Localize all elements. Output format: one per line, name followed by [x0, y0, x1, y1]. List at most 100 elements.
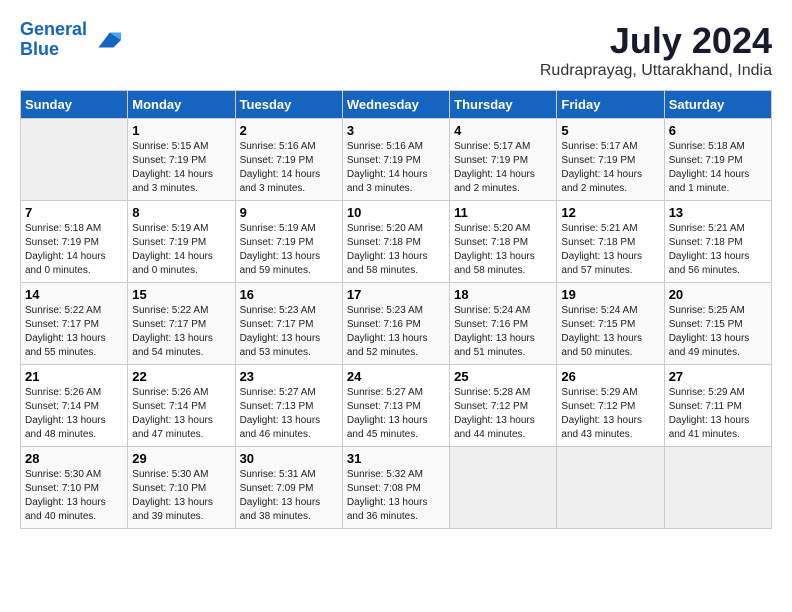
day-info: Sunrise: 5:17 AM Sunset: 7:19 PM Dayligh… [561, 140, 659, 196]
day-info: Sunrise: 5:17 AM Sunset: 7:19 PM Dayligh… [454, 140, 552, 196]
calendar-table: SundayMondayTuesdayWednesdayThursdayFrid… [20, 90, 772, 529]
calendar-cell: 14 Sunrise: 5:22 AM Sunset: 7:17 PM Dayli… [21, 283, 128, 365]
calendar-cell: 23 Sunrise: 5:27 AM Sunset: 7:13 PM Dayli… [235, 365, 342, 447]
day-number: 13 [669, 205, 767, 220]
day-info: Sunrise: 5:30 AM Sunset: 7:10 PM Dayligh… [25, 468, 123, 524]
day-number: 29 [132, 451, 230, 466]
day-number: 30 [240, 451, 338, 466]
day-number: 23 [240, 369, 338, 384]
calendar-cell [450, 447, 557, 529]
calendar-cell: 31Sunrise: 5:32 AM Sunset: 7:08 PM Dayli… [342, 447, 449, 529]
calendar-cell: 21 Sunrise: 5:26 AM Sunset: 7:14 PM Dayli… [21, 365, 128, 447]
day-info: Sunrise: 5:16 AM Sunset: 7:19 PM Dayligh… [240, 140, 338, 196]
day-info: Sunrise: 5:22 AM Sunset: 7:17 PM Dayligh… [132, 304, 230, 360]
week-row-4: 21 Sunrise: 5:26 AM Sunset: 7:14 PM Dayli… [21, 365, 772, 447]
day-info: Sunrise: 5:21 AM Sunset: 7:18 PM Dayligh… [669, 222, 767, 278]
header-row: SundayMondayTuesdayWednesdayThursdayFrid… [21, 91, 772, 119]
day-number: 4 [454, 123, 552, 138]
day-number: 6 [669, 123, 767, 138]
calendar-cell: 2 Sunrise: 5:16 AM Sunset: 7:19 PM Daylig… [235, 119, 342, 201]
calendar-cell: 18 Sunrise: 5:24 AM Sunset: 7:16 PM Dayli… [450, 283, 557, 365]
header-wednesday: Wednesday [342, 91, 449, 119]
day-number: 26 [561, 369, 659, 384]
day-info: Sunrise: 5:15 AM Sunset: 7:19 PM Dayligh… [132, 140, 230, 196]
calendar-cell: 13 Sunrise: 5:21 AM Sunset: 7:18 PM Dayli… [664, 201, 771, 283]
page-header: General Blue July 2024 Rudraprayag, Utta… [20, 20, 772, 80]
day-info: Sunrise: 5:19 AM Sunset: 7:19 PM Dayligh… [132, 222, 230, 278]
day-info: Sunrise: 5:24 AM Sunset: 7:16 PM Dayligh… [454, 304, 552, 360]
header-friday: Friday [557, 91, 664, 119]
day-number: 1 [132, 123, 230, 138]
day-info: Sunrise: 5:20 AM Sunset: 7:18 PM Dayligh… [347, 222, 445, 278]
calendar-cell: 20 Sunrise: 5:25 AM Sunset: 7:15 PM Dayli… [664, 283, 771, 365]
calendar-cell: 9 Sunrise: 5:19 AM Sunset: 7:19 PM Daylig… [235, 201, 342, 283]
calendar-cell: 8 Sunrise: 5:19 AM Sunset: 7:19 PM Daylig… [128, 201, 235, 283]
day-info: Sunrise: 5:26 AM Sunset: 7:14 PM Dayligh… [25, 386, 123, 442]
day-info: Sunrise: 5:25 AM Sunset: 7:15 PM Dayligh… [669, 304, 767, 360]
title-block: July 2024 Rudraprayag, Uttarakhand, Indi… [540, 20, 772, 80]
day-number: 31 [347, 451, 445, 466]
calendar-cell: 5Sunrise: 5:17 AM Sunset: 7:19 PM Daylig… [557, 119, 664, 201]
day-number: 2 [240, 123, 338, 138]
header-monday: Monday [128, 91, 235, 119]
calendar-cell: 1 Sunrise: 5:15 AM Sunset: 7:19 PM Daylig… [128, 119, 235, 201]
day-info: Sunrise: 5:27 AM Sunset: 7:13 PM Dayligh… [240, 386, 338, 442]
day-number: 27 [669, 369, 767, 384]
day-number: 10 [347, 205, 445, 220]
day-number: 8 [132, 205, 230, 220]
logo: General Blue [20, 20, 121, 60]
day-info: Sunrise: 5:21 AM Sunset: 7:18 PM Dayligh… [561, 222, 659, 278]
logo-text: General Blue [20, 20, 87, 60]
week-row-5: 28 Sunrise: 5:30 AM Sunset: 7:10 PM Dayli… [21, 447, 772, 529]
calendar-cell [21, 119, 128, 201]
logo-line2: Blue [20, 39, 59, 59]
day-info: Sunrise: 5:18 AM Sunset: 7:19 PM Dayligh… [669, 140, 767, 196]
day-number: 12 [561, 205, 659, 220]
header-tuesday: Tuesday [235, 91, 342, 119]
calendar-cell: 28 Sunrise: 5:30 AM Sunset: 7:10 PM Dayli… [21, 447, 128, 529]
calendar-cell: 30 Sunrise: 5:31 AM Sunset: 7:09 PM Dayli… [235, 447, 342, 529]
calendar-cell: 16Sunrise: 5:23 AM Sunset: 7:17 PM Dayli… [235, 283, 342, 365]
day-number: 25 [454, 369, 552, 384]
calendar-cell: 4 Sunrise: 5:17 AM Sunset: 7:19 PM Daylig… [450, 119, 557, 201]
week-row-3: 14 Sunrise: 5:22 AM Sunset: 7:17 PM Dayli… [21, 283, 772, 365]
day-number: 18 [454, 287, 552, 302]
day-info: Sunrise: 5:28 AM Sunset: 7:12 PM Dayligh… [454, 386, 552, 442]
calendar-cell: 25 Sunrise: 5:28 AM Sunset: 7:12 PM Dayli… [450, 365, 557, 447]
day-info: Sunrise: 5:19 AM Sunset: 7:19 PM Dayligh… [240, 222, 338, 278]
day-info: Sunrise: 5:23 AM Sunset: 7:17 PM Dayligh… [240, 304, 338, 360]
header-thursday: Thursday [450, 91, 557, 119]
day-number: 14 [25, 287, 123, 302]
day-number: 9 [240, 205, 338, 220]
day-info: Sunrise: 5:30 AM Sunset: 7:10 PM Dayligh… [132, 468, 230, 524]
calendar-cell: 22 Sunrise: 5:26 AM Sunset: 7:14 PM Dayli… [128, 365, 235, 447]
calendar-cell: 17Sunrise: 5:23 AM Sunset: 7:16 PM Dayli… [342, 283, 449, 365]
day-number: 3 [347, 123, 445, 138]
day-number: 22 [132, 369, 230, 384]
week-row-1: 1 Sunrise: 5:15 AM Sunset: 7:19 PM Daylig… [21, 119, 772, 201]
day-number: 28 [25, 451, 123, 466]
calendar-cell: 3 Sunrise: 5:16 AM Sunset: 7:19 PM Daylig… [342, 119, 449, 201]
calendar-cell: 6 Sunrise: 5:18 AM Sunset: 7:19 PM Daylig… [664, 119, 771, 201]
day-number: 21 [25, 369, 123, 384]
day-info: Sunrise: 5:20 AM Sunset: 7:18 PM Dayligh… [454, 222, 552, 278]
day-number: 11 [454, 205, 552, 220]
day-info: Sunrise: 5:31 AM Sunset: 7:09 PM Dayligh… [240, 468, 338, 524]
day-info: Sunrise: 5:18 AM Sunset: 7:19 PM Dayligh… [25, 222, 123, 278]
day-number: 20 [669, 287, 767, 302]
header-saturday: Saturday [664, 91, 771, 119]
day-info: Sunrise: 5:16 AM Sunset: 7:19 PM Dayligh… [347, 140, 445, 196]
calendar-cell: 12 Sunrise: 5:21 AM Sunset: 7:18 PM Dayli… [557, 201, 664, 283]
calendar-cell: 27Sunrise: 5:29 AM Sunset: 7:11 PM Dayli… [664, 365, 771, 447]
calendar-cell: 24Sunrise: 5:27 AM Sunset: 7:13 PM Dayli… [342, 365, 449, 447]
day-number: 24 [347, 369, 445, 384]
header-sunday: Sunday [21, 91, 128, 119]
day-info: Sunrise: 5:26 AM Sunset: 7:14 PM Dayligh… [132, 386, 230, 442]
day-number: 7 [25, 205, 123, 220]
calendar-cell: 29 Sunrise: 5:30 AM Sunset: 7:10 PM Dayli… [128, 447, 235, 529]
day-number: 17 [347, 287, 445, 302]
day-number: 15 [132, 287, 230, 302]
day-info: Sunrise: 5:22 AM Sunset: 7:17 PM Dayligh… [25, 304, 123, 360]
day-number: 19 [561, 287, 659, 302]
calendar-cell: 7 Sunrise: 5:18 AM Sunset: 7:19 PM Daylig… [21, 201, 128, 283]
